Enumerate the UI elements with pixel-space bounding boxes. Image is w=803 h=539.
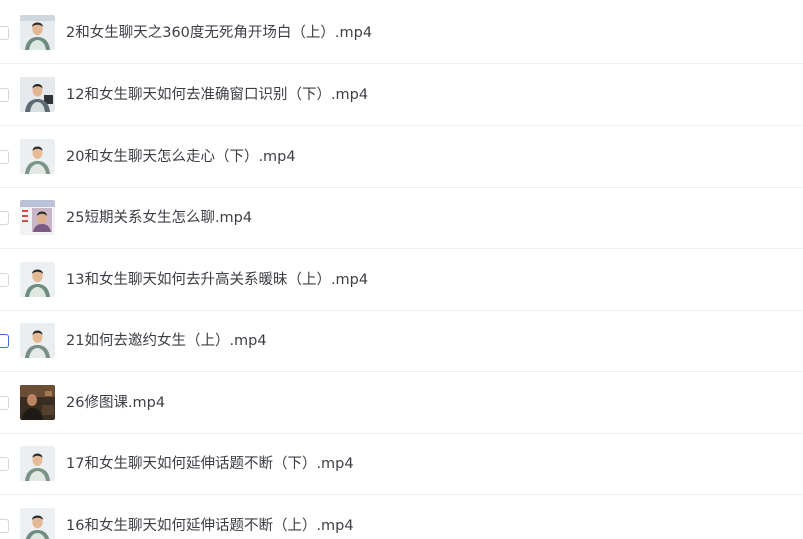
video-thumbnail-dark-icon <box>20 385 55 420</box>
row-checkbox[interactable] <box>0 211 9 225</box>
video-thumbnail-person-icon <box>20 15 55 50</box>
file-name[interactable]: 13和女生聊天如何去升高关系暖昧（上）.mp4 <box>66 250 368 311</box>
file-name[interactable]: 16和女生聊天如何延伸话题不断（上）.mp4 <box>66 496 354 539</box>
video-thumbnail-person-icon <box>20 139 55 174</box>
file-row[interactable]: 12和女生聊天如何去准确窗口识别（下）.mp4 <box>0 65 803 126</box>
file-name[interactable]: 21如何去邀约女生（上）.mp4 <box>66 311 267 372</box>
video-thumbnail-person-icon <box>20 262 55 297</box>
file-row[interactable]: 25短期关系女生怎么聊.mp4 <box>0 188 803 249</box>
video-thumbnail-person-icon <box>20 323 55 358</box>
video-thumbnail-person-icon <box>20 77 55 112</box>
file-list: 2和女生聊天之360度无死角开场白（上）.mp4 12和女生聊天如何去准确窗口识… <box>0 0 803 539</box>
row-checkbox[interactable] <box>0 273 9 287</box>
file-row[interactable]: 17和女生聊天如何延伸话题不断（下）.mp4 <box>0 434 803 495</box>
file-row[interactable]: 20和女生聊天怎么走心（下）.mp4 <box>0 127 803 188</box>
row-checkbox[interactable] <box>0 150 9 164</box>
file-row[interactable]: 16和女生聊天如何延伸话题不断（上）.mp4 <box>0 496 803 539</box>
file-name[interactable]: 20和女生聊天怎么走心（下）.mp4 <box>66 127 296 188</box>
row-checkbox[interactable] <box>0 88 9 102</box>
row-checkbox[interactable] <box>0 334 9 348</box>
file-name[interactable]: 25短期关系女生怎么聊.mp4 <box>66 188 252 249</box>
file-row[interactable]: 2和女生聊天之360度无死角开场白（上）.mp4 <box>0 3 803 64</box>
video-thumbnail-person-icon <box>20 508 55 539</box>
file-name[interactable]: 2和女生聊天之360度无死角开场白（上）.mp4 <box>66 3 372 64</box>
row-checkbox[interactable] <box>0 519 9 533</box>
video-thumbnail-slide-icon <box>20 200 55 235</box>
row-checkbox[interactable] <box>0 26 9 40</box>
file-name[interactable]: 26修图课.mp4 <box>66 373 165 434</box>
video-thumbnail-person-icon <box>20 446 55 481</box>
file-row[interactable]: 13和女生聊天如何去升高关系暖昧（上）.mp4 <box>0 250 803 311</box>
file-row[interactable]: 26修图课.mp4 <box>0 373 803 434</box>
file-name[interactable]: 12和女生聊天如何去准确窗口识别（下）.mp4 <box>66 65 368 126</box>
row-checkbox[interactable] <box>0 396 9 410</box>
file-name[interactable]: 17和女生聊天如何延伸话题不断（下）.mp4 <box>66 434 354 495</box>
file-row[interactable]: 21如何去邀约女生（上）.mp4 <box>0 311 803 372</box>
row-checkbox[interactable] <box>0 457 9 471</box>
